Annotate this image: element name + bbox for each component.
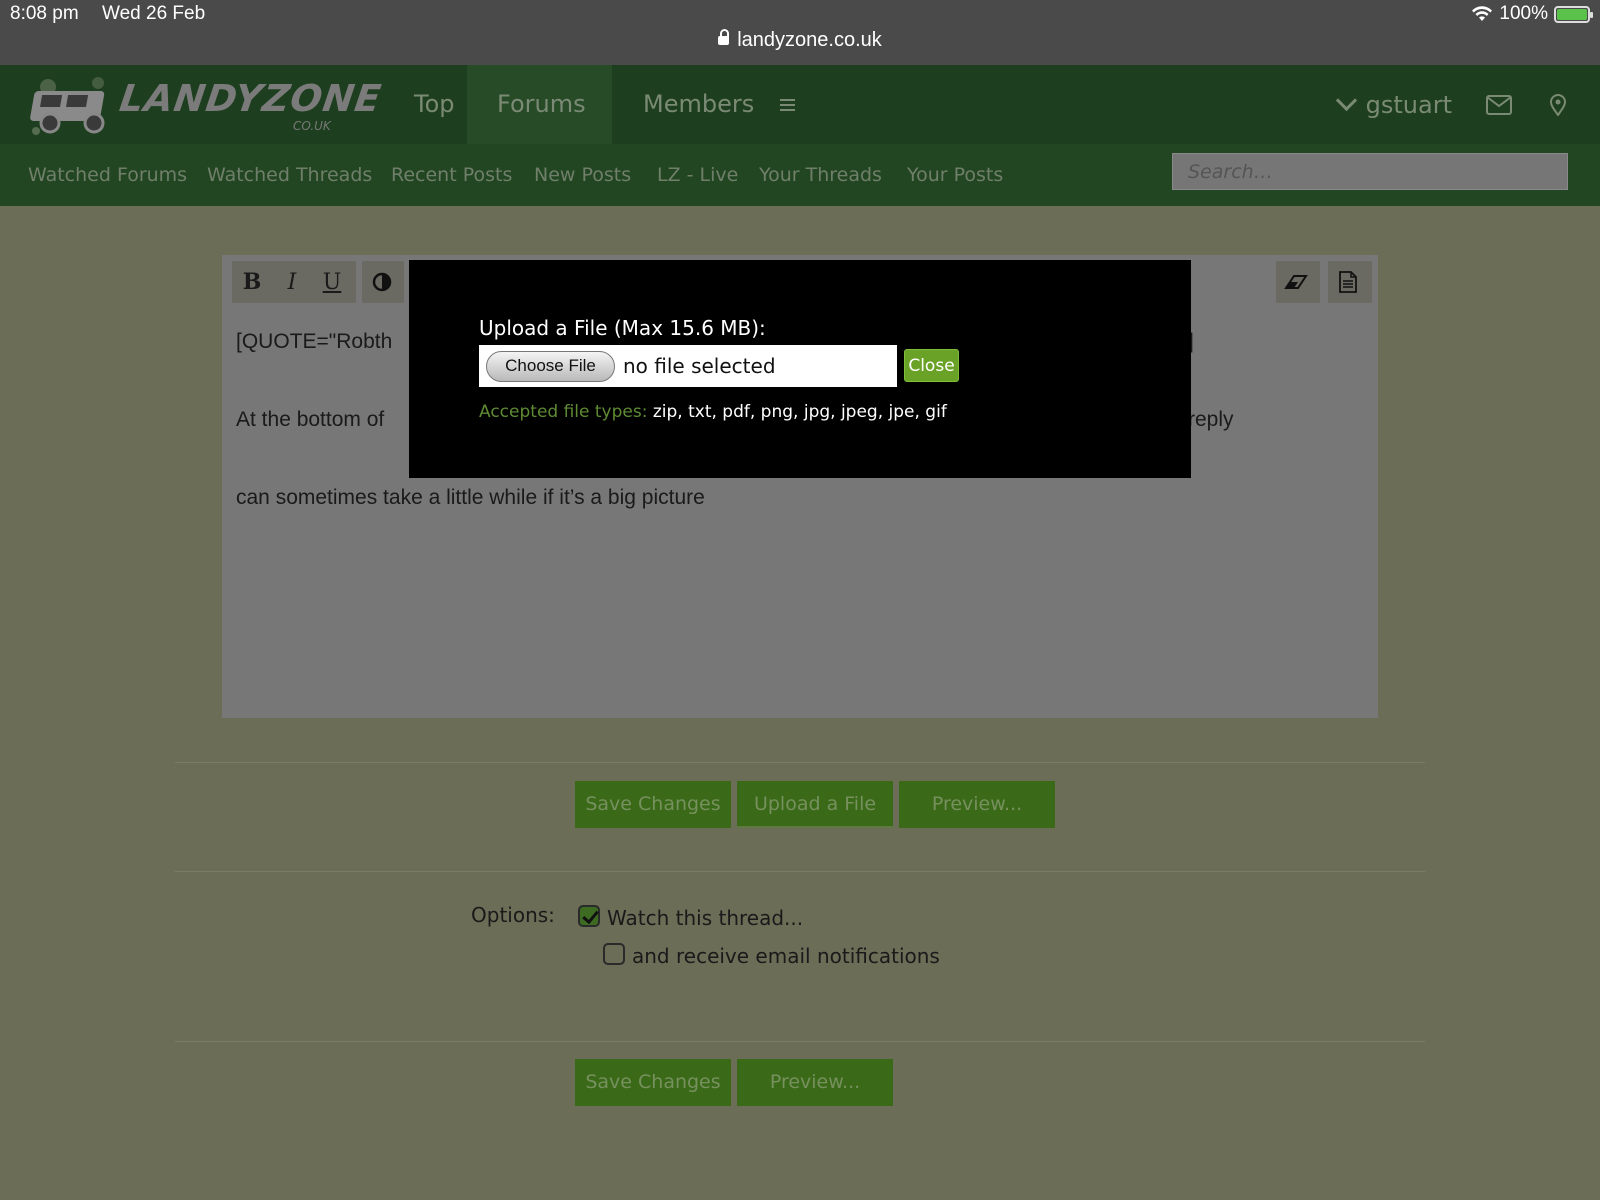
location-pin-icon[interactable] — [1550, 93, 1566, 116]
status-bar: 8:08 pm Wed 26 Feb 100% landyzone.co.uk — [0, 0, 1600, 65]
contrast-icon — [372, 272, 392, 292]
file-status-text: no file selected — [623, 354, 776, 378]
tab-members-label: Members — [643, 90, 755, 118]
eraser-icon — [1284, 275, 1308, 289]
url-text: landyzone.co.uk — [737, 29, 882, 51]
address-bar[interactable]: landyzone.co.uk — [0, 29, 1600, 52]
site-header: LANDYZONE CO.UK Top Forums Members gstua… — [0, 65, 1600, 144]
remove-format-button[interactable] — [1276, 261, 1316, 303]
accepted-file-types: Accepted file types: zip, txt, pdf, png,… — [479, 402, 947, 422]
tab-top-label: Top — [414, 90, 455, 118]
format-toolbar: B I U — [232, 261, 356, 303]
editor-text-line: reply — [1188, 408, 1234, 431]
watch-thread-checkbox[interactable] — [578, 905, 600, 927]
close-button[interactable]: Close — [904, 349, 959, 382]
document-icon — [1339, 271, 1357, 293]
underline-button[interactable]: U — [312, 261, 352, 303]
tab-forums[interactable]: Forums — [467, 65, 612, 144]
username: gstuart — [1365, 90, 1452, 119]
bbcode-toggle-button[interactable] — [1328, 261, 1368, 303]
subnav-new-posts[interactable]: New Posts — [534, 164, 631, 186]
bold-button[interactable]: B — [232, 261, 272, 303]
email-notifications-checkbox[interactable] — [603, 943, 625, 965]
editor-text-line: At the bottom of — [236, 408, 385, 431]
status-date: Wed 26 Feb — [102, 3, 206, 24]
color-contrast-button[interactable] — [362, 261, 402, 303]
battery-percent: 100% — [1499, 3, 1548, 24]
lock-icon — [718, 29, 730, 45]
editor-text-line: [QUOTE="Robth — [236, 330, 393, 353]
tab-members[interactable]: Members — [612, 65, 826, 144]
site-logo[interactable]: LANDYZONE CO.UK — [28, 67, 384, 142]
remove-format-group — [1276, 261, 1320, 303]
upload-file-dialog: Upload a File (Max 15.6 MB): Choose File… — [409, 260, 1191, 478]
preview-button-bottom[interactable]: Preview... — [737, 1059, 893, 1106]
subnav-your-threads[interactable]: Your Threads — [759, 164, 882, 186]
account-menu[interactable]: gstuart — [1335, 89, 1452, 119]
subnav-your-posts[interactable]: Your Posts — [907, 164, 1003, 186]
choose-file-button[interactable]: Choose File — [486, 350, 615, 382]
subnav-recent-posts[interactable]: Recent Posts — [391, 164, 512, 186]
divider — [175, 871, 1425, 872]
mail-icon[interactable] — [1486, 94, 1512, 115]
file-input[interactable]: Choose File no file selected — [479, 345, 897, 387]
accepted-types-label: Accepted file types: — [479, 402, 648, 422]
divider — [175, 762, 1425, 763]
color-toolbar — [362, 261, 404, 303]
italic-button[interactable]: I — [272, 261, 312, 303]
status-time: 8:08 pm — [10, 3, 79, 24]
save-changes-button[interactable]: Save Changes — [575, 781, 731, 828]
wifi-icon — [1472, 6, 1493, 21]
bbcode-toggle-group — [1328, 261, 1372, 303]
save-changes-button-bottom[interactable]: Save Changes — [575, 1059, 731, 1106]
tab-forums-label: Forums — [497, 90, 586, 118]
user-nav: gstuart — [1335, 65, 1600, 144]
menu-icon[interactable] — [779, 96, 795, 114]
search-input[interactable] — [1172, 153, 1568, 190]
options-label: Options: — [471, 903, 555, 927]
subnav-watched-threads[interactable]: Watched Threads — [207, 164, 372, 186]
email-notifications-label[interactable]: and receive email notifications — [632, 944, 940, 968]
logo-subtext: CO.UK — [293, 119, 331, 133]
dialog-title: Upload a File (Max 15.6 MB): — [479, 316, 766, 340]
upload-file-button[interactable]: Upload a File — [737, 781, 893, 828]
watch-thread-label[interactable]: Watch this thread... — [607, 906, 803, 930]
land-rover-logo-icon — [30, 77, 105, 135]
divider — [175, 1041, 1425, 1042]
editor-text-line: can sometimes take a little while if it’… — [236, 486, 705, 509]
battery-icon — [1554, 5, 1593, 23]
chevron-down-icon — [1335, 89, 1357, 112]
subnav-lz-live[interactable]: LZ - Live — [657, 164, 738, 186]
logo-text: LANDYZONE — [116, 77, 385, 120]
status-indicators: 100% — [1471, 3, 1593, 25]
preview-button[interactable]: Preview... — [899, 781, 1055, 828]
subnav-watched-forums[interactable]: Watched Forums — [28, 164, 187, 186]
sub-navigation: Watched Forums Watched Threads Recent Po… — [0, 144, 1600, 206]
accepted-types-list: zip, txt, pdf, png, jpg, jpeg, jpe, gif — [652, 402, 947, 422]
